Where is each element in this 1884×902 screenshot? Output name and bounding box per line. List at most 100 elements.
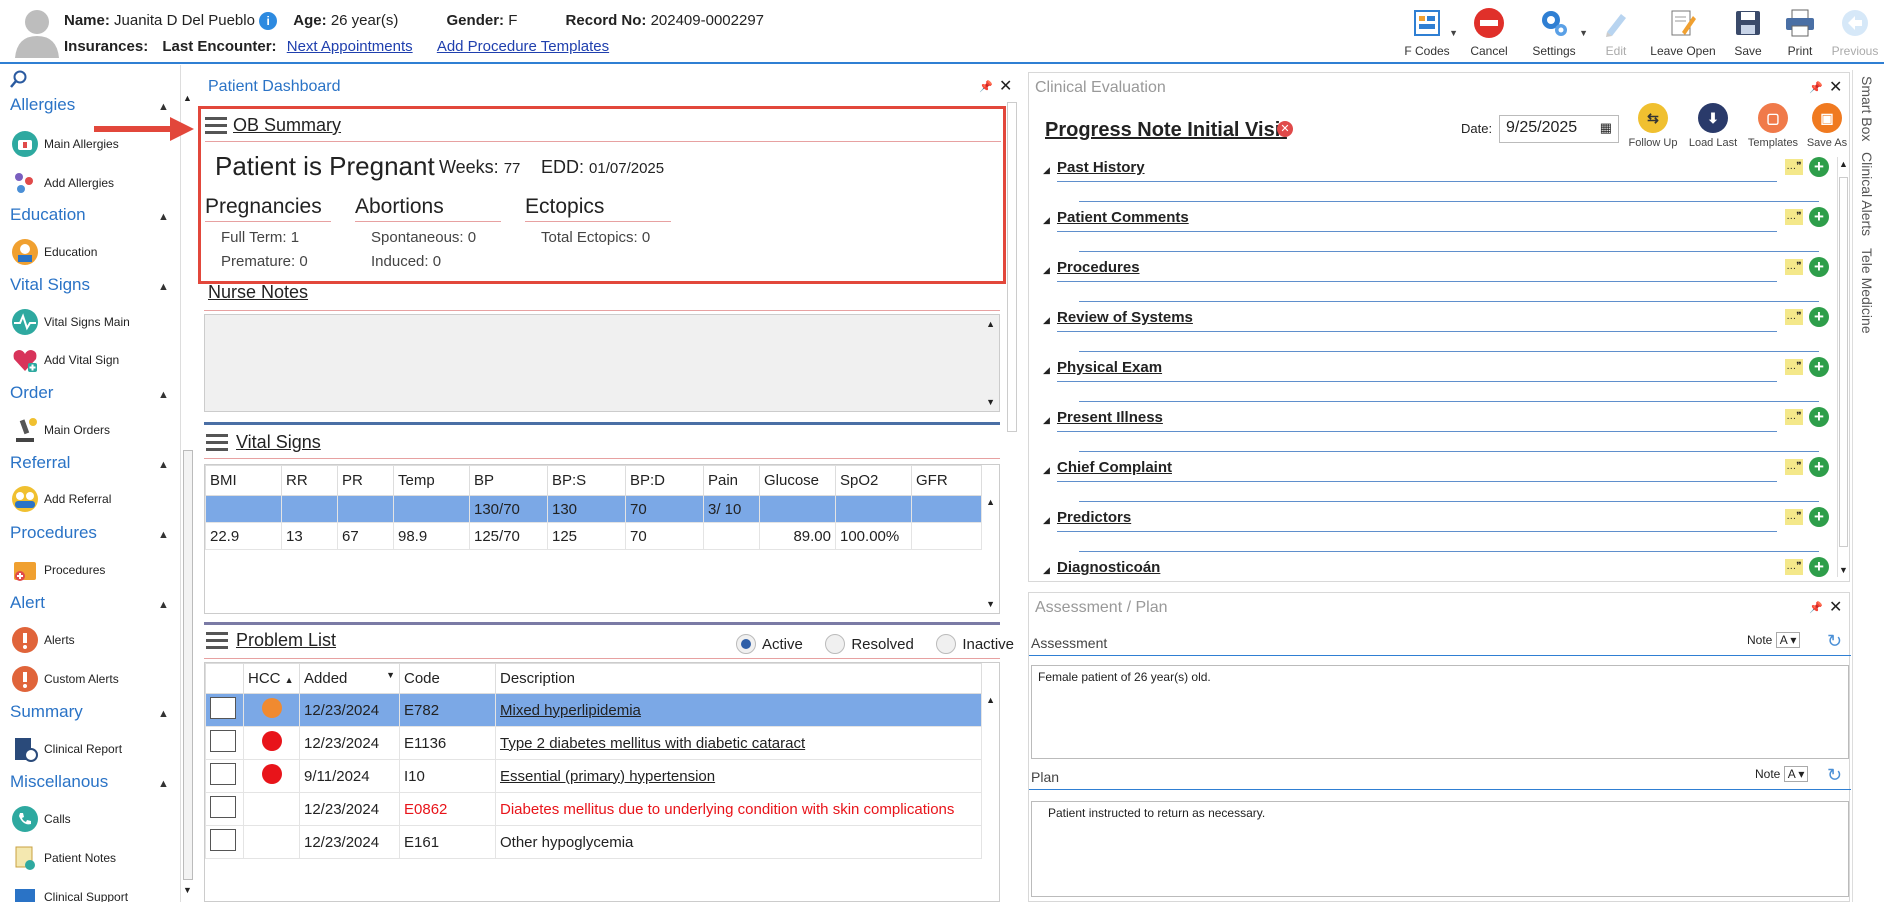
chevron-up-icon[interactable]: ▲ xyxy=(158,599,169,611)
column-header[interactable]: Added ▼ xyxy=(299,663,400,694)
section-title[interactable]: Predictors xyxy=(1057,509,1131,526)
add-icon[interactable]: + xyxy=(1809,507,1829,527)
nav-item-add-referral[interactable]: Add Referral xyxy=(10,483,111,515)
refresh-icon[interactable]: ↻ xyxy=(1827,765,1842,786)
nav-section-alert[interactable]: Alert xyxy=(10,593,45,613)
column-header[interactable]: BP:S xyxy=(547,465,626,496)
expand-icon[interactable]: ◢ xyxy=(1043,265,1050,276)
scroll-down-icon[interactable]: ▼ xyxy=(986,599,995,609)
dashboard-scrollbar[interactable] xyxy=(1005,102,1019,902)
fcodes-dropdown-icon[interactable]: ▼ xyxy=(1449,28,1458,38)
tab-tele-medicine[interactable]: Tele Medicine xyxy=(1859,248,1875,334)
add-icon[interactable]: + xyxy=(1809,307,1829,327)
column-header[interactable]: BP:D xyxy=(625,465,704,496)
quote-icon[interactable]: …❞ xyxy=(1785,259,1803,275)
column-header[interactable]: Pain xyxy=(703,465,760,496)
problem-list-title[interactable]: Problem List xyxy=(236,630,336,651)
nav-item-procedures[interactable]: Procedures xyxy=(10,554,105,586)
column-header[interactable]: HCC ▲ xyxy=(243,663,300,694)
problem-description[interactable]: Mixed hyperlipidemia xyxy=(495,693,982,727)
column-header[interactable]: GFR xyxy=(911,465,982,496)
plan-note-select[interactable]: Note A ▾ xyxy=(1755,766,1809,782)
quote-icon[interactable]: …❞ xyxy=(1785,309,1803,325)
expand-icon[interactable]: ◢ xyxy=(1043,515,1050,526)
problem-description[interactable]: Type 2 diabetes mellitus with diabetic c… xyxy=(495,726,982,760)
nav-item-add-allergies[interactable]: Add Allergies xyxy=(10,167,114,199)
nav-scroll-thumb[interactable] xyxy=(183,450,193,880)
nav-section-vital-signs[interactable]: Vital Signs xyxy=(10,275,90,295)
row-checkbox[interactable] xyxy=(210,697,236,719)
hamburger-icon[interactable] xyxy=(206,632,228,650)
column-header[interactable]: BP xyxy=(469,465,548,496)
nav-item-alerts[interactable]: Alerts xyxy=(10,624,75,656)
column-header[interactable]: BMI xyxy=(205,465,282,496)
filter-resolved-radio[interactable]: Resolved xyxy=(825,634,914,654)
close-icon[interactable]: ✕ xyxy=(1829,77,1842,97)
scroll-up-icon[interactable]: ▲ xyxy=(1839,159,1848,169)
nav-section-miscellaneous[interactable]: Miscellanous xyxy=(10,772,108,792)
section-title[interactable]: Physical Exam xyxy=(1057,359,1162,376)
tab-clinical-alerts[interactable]: Clinical Alerts xyxy=(1859,152,1875,236)
nav-item-calls[interactable]: Calls xyxy=(10,803,71,835)
edit-button[interactable]: Edit xyxy=(1588,0,1644,62)
ob-summary-title[interactable]: OB Summary xyxy=(233,115,341,136)
problem-description[interactable]: Other hypoglycemia xyxy=(495,825,982,859)
expand-icon[interactable]: ◢ xyxy=(1043,415,1050,426)
nav-section-referral[interactable]: Referral xyxy=(10,453,70,473)
quote-icon[interactable]: …❞ xyxy=(1785,359,1803,375)
load-last-button[interactable]: ⬇ Load Last xyxy=(1683,103,1743,149)
expand-icon[interactable]: ◢ xyxy=(1043,165,1050,176)
section-title[interactable]: Patient Comments xyxy=(1057,209,1189,226)
row-checkbox[interactable] xyxy=(210,730,236,752)
evaluation-scrollbar[interactable]: ▲ ▼ xyxy=(1837,157,1849,577)
assessment-textarea[interactable]: Female patient of 26 year(s) old. xyxy=(1031,665,1849,759)
cancel-button[interactable]: Cancel xyxy=(1458,0,1520,62)
close-icon[interactable]: ✕ xyxy=(999,76,1012,96)
add-icon[interactable]: + xyxy=(1809,257,1829,277)
section-title[interactable]: Past History xyxy=(1057,159,1145,176)
add-icon[interactable]: + xyxy=(1809,457,1829,477)
quote-icon[interactable]: …❞ xyxy=(1785,509,1803,525)
save-as-button[interactable]: ▣ Save As xyxy=(1797,103,1857,149)
nav-section-order[interactable]: Order xyxy=(10,383,53,403)
nav-section-summary[interactable]: Summary xyxy=(10,702,83,722)
column-header[interactable]: Code xyxy=(399,663,496,694)
add-icon[interactable]: + xyxy=(1809,557,1829,577)
add-icon[interactable]: + xyxy=(1809,357,1829,377)
quote-icon[interactable]: …❞ xyxy=(1785,559,1803,575)
templates-button[interactable]: ▢ Templates xyxy=(1743,103,1803,149)
settings-dropdown-icon[interactable]: ▼ xyxy=(1579,28,1588,38)
expand-icon[interactable]: ◢ xyxy=(1043,565,1050,576)
filter-active-radio[interactable]: Active xyxy=(736,634,803,654)
nav-item-add-vital-sign[interactable]: Add Vital Sign xyxy=(10,344,119,376)
vital-signs-title[interactable]: Vital Signs xyxy=(236,432,321,453)
section-title[interactable]: Diagnosticoán xyxy=(1057,559,1160,576)
next-appointments-link[interactable]: Next Appointments xyxy=(287,38,413,55)
table-row[interactable]: 9/11/2024 I10 Essential (primary) hyperten… xyxy=(205,759,982,793)
tab-smart-box[interactable]: Smart Box xyxy=(1859,76,1875,141)
expand-icon[interactable]: ◢ xyxy=(1043,315,1050,326)
expand-icon[interactable]: ◢ xyxy=(1043,465,1050,476)
close-icon[interactable]: ✕ xyxy=(1829,597,1842,617)
table-row[interactable]: 22.9 13 67 98.9 125/70 125 70 89.00 100.00% xyxy=(205,522,982,550)
problem-description[interactable]: Essential (primary) hypertension xyxy=(495,759,982,793)
expand-icon[interactable]: ◢ xyxy=(1043,365,1050,376)
nav-section-procedures[interactable]: Procedures xyxy=(10,523,97,543)
nav-item-vital-signs-main[interactable]: Vital Signs Main xyxy=(10,306,130,338)
search-icon[interactable] xyxy=(8,69,28,94)
chevron-up-icon[interactable]: ▲ xyxy=(158,708,169,720)
quote-icon[interactable]: …❞ xyxy=(1785,409,1803,425)
quote-icon[interactable]: …❞ xyxy=(1785,159,1803,175)
scroll-up-icon[interactable]: ▲ xyxy=(986,497,995,507)
print-button[interactable]: Print xyxy=(1774,0,1826,62)
pin-icon[interactable]: 📌 xyxy=(1809,601,1823,614)
dashboard-scroll-thumb[interactable] xyxy=(1007,102,1017,432)
problem-description[interactable]: Diabetes mellitus due to underlying cond… xyxy=(495,792,982,826)
table-row[interactable]: 12/23/2024 E0862 Diabetes mellitus due to … xyxy=(205,792,982,826)
table-row[interactable]: 12/23/2024 E161 Other hypoglycemia xyxy=(205,825,982,859)
column-header[interactable]: Glucose xyxy=(759,465,836,496)
info-icon[interactable]: i xyxy=(259,12,278,31)
chevron-up-icon[interactable]: ▲ xyxy=(158,778,169,790)
settings-button[interactable]: Settings ▼ xyxy=(1520,0,1588,62)
chevron-up-icon[interactable]: ▲ xyxy=(158,101,169,113)
